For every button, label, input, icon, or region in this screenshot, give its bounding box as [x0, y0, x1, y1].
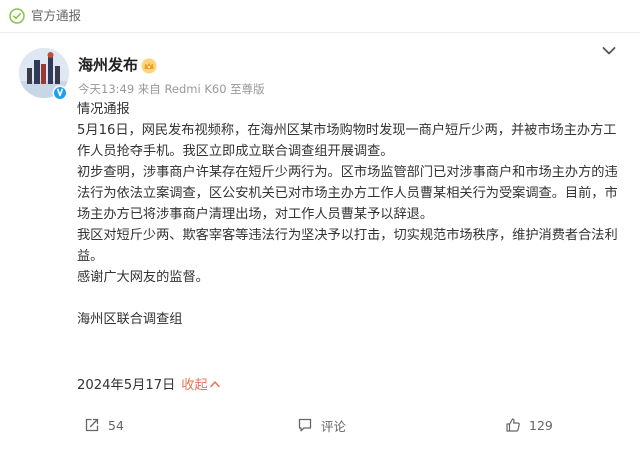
post-meta: 今天13:49 来自 Redmi K60 至尊版: [78, 82, 265, 96]
comment-icon: [298, 418, 312, 432]
post-paragraph: 情况通报: [77, 102, 130, 117]
post-paragraph: 初步查明，涉事商户许某存在短斤少两行为。区市场监管部门已对涉事商户和市场主办方的…: [77, 165, 618, 222]
post-paragraph: 5月16日，网民发布视频称，在海州区某市场购物时发现一商户短斤少两，并被市场主办…: [77, 123, 617, 159]
verified-icon: [52, 85, 68, 101]
like-count: 129: [529, 417, 553, 433]
post-date-line: 2024年5月17日 收起: [77, 375, 220, 396]
comment-button[interactable]: 评论: [297, 415, 346, 435]
post-paragraph: 感谢广大网友的监督。: [77, 270, 209, 285]
action-bar: 54 评论 129: [0, 405, 640, 445]
official-badge-icon: [9, 8, 25, 24]
comment-label: 评论: [321, 418, 347, 434]
post-paragraph: 我区对短斤少两、欺客宰客等违法行为坚决予以打击，切实规范市场秩序，维护消费者合法…: [77, 228, 618, 264]
post-signature: 海州区联合调查组: [77, 312, 183, 327]
repost-button[interactable]: 54: [84, 415, 124, 435]
official-notice-bar: 官方通报: [0, 0, 640, 32]
like-button[interactable]: 129: [505, 415, 553, 435]
author-name[interactable]: 海州发布: [78, 56, 138, 74]
official-notice-label: 官方通报: [31, 8, 82, 23]
chevron-up-icon: [209, 381, 220, 388]
post-date: 2024年5月17日: [77, 378, 176, 393]
like-icon: [506, 418, 520, 432]
collapse-button[interactable]: 收起: [181, 378, 220, 393]
post-content: 情况通报 5月16日，网民发布视频称，在海州区某市场购物时发现一商户短斤少两，并…: [77, 99, 625, 330]
repost-count: 54: [108, 417, 124, 433]
collapse-label: 收起: [181, 378, 208, 393]
crown-badge-icon[interactable]: [141, 58, 157, 74]
chevron-down-icon[interactable]: [602, 46, 616, 56]
repost-icon: [85, 418, 99, 432]
header-divider: [0, 32, 640, 33]
